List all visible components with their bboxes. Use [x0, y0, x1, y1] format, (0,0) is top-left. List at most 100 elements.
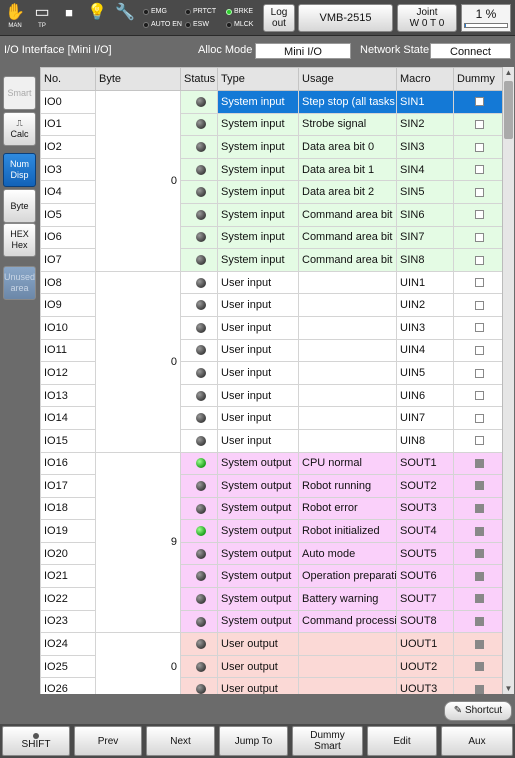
dummy-checkbox[interactable]	[475, 594, 484, 604]
table-row[interactable]: IO8 0 User input UIN1	[40, 270, 502, 453]
lightbulb-icon[interactable]: 💡	[85, 3, 109, 33]
dummy-checkbox[interactable]	[475, 165, 484, 175]
io-number: IO5	[40, 202, 96, 227]
dummy-cell	[453, 496, 502, 521]
dummy-checkbox[interactable]	[475, 345, 484, 355]
wrench-icon[interactable]: 🔧	[113, 3, 137, 33]
io-macro: UOUT3	[396, 677, 454, 694]
dummy-checkbox[interactable]	[475, 142, 484, 152]
logout-button[interactable]: Log out	[263, 4, 295, 32]
dummy-cell	[453, 338, 502, 363]
num-disp-sublabel: Disp	[10, 170, 29, 180]
unused-area-label: Unused	[4, 272, 36, 282]
dummy-checkbox[interactable]	[475, 571, 484, 581]
num-disp-button[interactable]: Num Disp	[3, 153, 36, 187]
table-row[interactable]: IO16 9 System output CPU normal SOUT1	[40, 451, 502, 634]
jump-to-button[interactable]: Jump To	[219, 726, 288, 756]
dummy-checkbox[interactable]	[475, 210, 484, 220]
byte-value[interactable]: 0	[95, 632, 181, 694]
io-usage: Data area bit 0	[298, 135, 397, 159]
io-type: System input	[217, 135, 299, 159]
io-number: IO22	[40, 587, 96, 611]
dummy-checkbox[interactable]	[475, 278, 484, 288]
io-usage	[298, 361, 397, 385]
unused-area-button[interactable]: Unused area	[3, 266, 36, 300]
table-row[interactable]: IO24 0 User output UOUT1	[40, 632, 502, 694]
io-usage	[298, 383, 397, 408]
io-number: IO24	[40, 632, 96, 656]
status-led-icon	[195, 277, 206, 288]
table-header-row: No. Byte Status Type Usage Macro Dummy	[40, 67, 502, 91]
dummy-checkbox[interactable]	[475, 323, 484, 333]
tp-icon[interactable]: ▭ TP	[30, 3, 54, 33]
status-cell	[180, 112, 218, 137]
dummy-checkbox[interactable]	[475, 391, 484, 401]
byte-value[interactable]: 0	[95, 270, 181, 453]
edit-button[interactable]: Edit	[367, 726, 437, 756]
status-cell	[180, 293, 218, 317]
dummy-checkbox[interactable]	[475, 617, 484, 627]
dummy-checkbox[interactable]	[475, 549, 484, 559]
aux-button[interactable]: Aux	[441, 726, 513, 756]
col-header-usage[interactable]: Usage	[298, 67, 397, 91]
dummy-checkbox[interactable]	[475, 639, 484, 649]
vertical-scrollbar[interactable]: ▲ ▼	[502, 67, 514, 694]
dummy-checkbox[interactable]	[475, 413, 484, 423]
stop-icon[interactable]: ■	[57, 3, 81, 33]
dummy-checkbox[interactable]	[475, 255, 484, 265]
scroll-down-icon[interactable]: ▼	[503, 684, 514, 693]
io-usage	[298, 406, 397, 430]
hex-sublabel: Hex	[11, 240, 28, 250]
status-cell	[180, 248, 218, 272]
scrollbar-thumb[interactable]	[504, 81, 513, 139]
dummy-checkbox[interactable]	[475, 504, 484, 514]
dummy-checkbox[interactable]	[475, 232, 484, 242]
coord-button[interactable]: Joint W 0 T 0	[397, 4, 457, 32]
table-row[interactable]: IO0 0 System input Step stop (all tasks SIN1	[40, 90, 502, 272]
io-macro: SIN1	[396, 90, 454, 114]
dummy-checkbox[interactable]	[475, 187, 484, 197]
col-header-macro[interactable]: Macro	[396, 67, 454, 91]
scroll-up-icon[interactable]: ▲	[503, 68, 514, 77]
dummy-checkbox[interactable]	[475, 458, 484, 468]
dummy-cell	[453, 632, 502, 656]
dummy-checkbox[interactable]	[475, 300, 484, 310]
dummy-checkbox[interactable]	[475, 119, 484, 129]
col-header-status[interactable]: Status	[180, 67, 218, 91]
shortcut-button[interactable]: ✎ Shortcut	[444, 701, 512, 721]
robot-select-button[interactable]: VMB-2515	[298, 4, 393, 32]
dummy-cell	[453, 609, 502, 634]
dummy-checkbox[interactable]	[475, 684, 484, 694]
byte-value[interactable]: 9	[95, 451, 181, 634]
io-type: System output	[217, 519, 299, 543]
dummy-checkbox[interactable]	[475, 481, 484, 491]
man-icon[interactable]: ✋ MAN	[3, 3, 27, 33]
io-number: IO12	[40, 361, 96, 385]
prev-button[interactable]: Prev	[74, 726, 142, 756]
status-led-icon	[195, 322, 206, 333]
edit-icon: ✎	[453, 705, 463, 716]
dummy-checkbox[interactable]	[475, 526, 484, 536]
next-button[interactable]: Next	[146, 726, 215, 756]
smart-button[interactable]: Smart	[3, 76, 36, 110]
io-table-container: No. Byte Status Type Usage Macro Dummy I…	[40, 67, 502, 694]
byte-value[interactable]: 0	[95, 90, 181, 272]
col-header-dummy[interactable]: Dummy	[453, 67, 502, 91]
speed-override[interactable]: 1 %	[461, 4, 511, 32]
col-header-byte[interactable]: Byte	[95, 67, 181, 91]
dummy-checkbox[interactable]	[475, 97, 484, 107]
speed-bar	[464, 23, 508, 28]
status-led-icon	[195, 142, 206, 153]
io-number: IO7	[40, 248, 96, 272]
dummy-checkbox[interactable]	[475, 436, 484, 446]
status-cell	[180, 428, 218, 453]
dummy-smart-button[interactable]: Dummy Smart	[292, 726, 363, 756]
byte-button[interactable]: Byte	[3, 189, 36, 223]
dummy-checkbox[interactable]	[475, 662, 484, 672]
dummy-checkbox[interactable]	[475, 368, 484, 378]
shift-button[interactable]: SHIFT	[2, 726, 70, 756]
calc-button[interactable]: ⎍ Calc	[3, 112, 36, 146]
col-header-no[interactable]: No.	[40, 67, 96, 91]
hex-button[interactable]: HEX Hex	[3, 223, 36, 257]
col-header-type[interactable]: Type	[217, 67, 299, 91]
